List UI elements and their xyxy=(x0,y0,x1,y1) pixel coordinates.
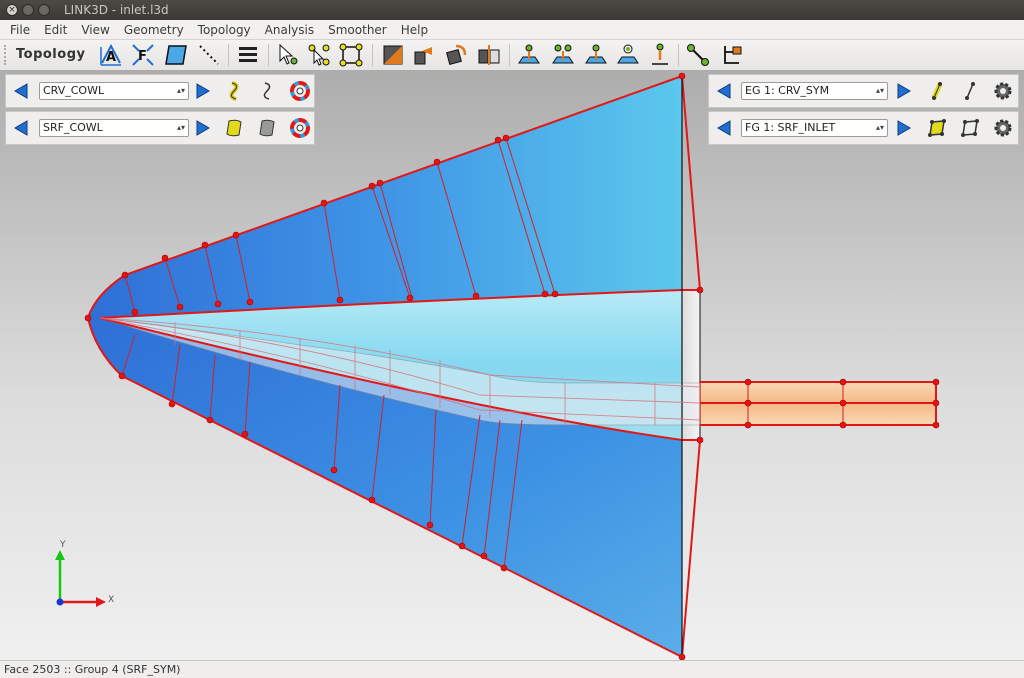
menu-help[interactable]: Help xyxy=(401,23,428,37)
menu-file[interactable]: File xyxy=(10,23,30,37)
project-face-icon[interactable] xyxy=(584,43,608,67)
toolbar-separator xyxy=(372,44,373,66)
surface-prev-button[interactable] xyxy=(10,117,32,139)
edge-group-combo-value: EG 1: CRV_SYM xyxy=(745,84,830,97)
split-edge-icon[interactable] xyxy=(381,43,405,67)
menu-view[interactable]: View xyxy=(81,23,109,37)
axis-x-label: X xyxy=(108,595,115,605)
face-group-combo-value: FG 1: SRF_INLET xyxy=(745,121,836,134)
mirror-block-icon[interactable] xyxy=(477,43,501,67)
face-group-panel: FG 1: SRF_INLET ▴▾ xyxy=(708,111,1019,145)
connect-nodes-icon[interactable] xyxy=(686,43,710,67)
minimize-window-button[interactable] xyxy=(22,4,34,16)
assign-f-icon[interactable]: F xyxy=(131,43,155,67)
window-title: LINK3D - inlet.l3d xyxy=(64,3,169,17)
curve-combo[interactable]: CRV_COWL ▴▾ xyxy=(39,82,189,100)
list-icon[interactable] xyxy=(236,43,260,67)
face-group-prev-button[interactable] xyxy=(713,117,735,139)
curve-combo-value: CRV_COWL xyxy=(43,84,105,97)
select-group-icon[interactable] xyxy=(339,43,363,67)
face-group-combo[interactable]: FG 1: SRF_INLET ▴▾ xyxy=(741,119,888,137)
assign-a-icon[interactable]: A xyxy=(99,43,123,67)
project-node-icon[interactable] xyxy=(551,43,575,67)
select-pointer-icon[interactable] xyxy=(276,43,300,67)
surface-icon[interactable] xyxy=(256,117,278,139)
toolbar-separator xyxy=(678,44,679,66)
face-highlight-icon[interactable] xyxy=(926,117,948,139)
surface-combo-value: SRF_COWL xyxy=(43,121,103,134)
combo-arrow-icon: ▴▾ xyxy=(176,86,185,95)
menu-analysis[interactable]: Analysis xyxy=(265,23,314,37)
toolbar-separator xyxy=(228,44,229,66)
edge-group-prev-button[interactable] xyxy=(713,80,735,102)
close-window-button[interactable]: × xyxy=(6,4,18,16)
dashed-line-icon[interactable] xyxy=(197,43,221,67)
edge-group-next-button[interactable] xyxy=(893,80,915,102)
title-bar: × LINK3D - inlet.l3d xyxy=(0,0,1024,20)
combo-arrow-icon: ▴▾ xyxy=(875,86,884,95)
surface-panel: SRF_COWL ▴▾ xyxy=(5,111,315,145)
edge-move-icon[interactable] xyxy=(412,43,436,67)
face-group-next-button[interactable] xyxy=(893,117,915,139)
svg-text:A: A xyxy=(106,50,116,65)
surface-next-button[interactable] xyxy=(192,117,214,139)
maximize-window-button[interactable] xyxy=(38,4,50,16)
surface-combo[interactable]: SRF_COWL ▴▾ xyxy=(39,119,189,137)
curve-panel: CRV_COWL ▴▾ xyxy=(5,74,315,108)
edge-highlight-icon[interactable] xyxy=(926,80,948,102)
color-wheel-icon[interactable] xyxy=(289,80,311,102)
menu-bar: File Edit View Geometry Topology Analysi… xyxy=(0,20,1024,40)
axis-triad xyxy=(55,550,106,607)
drop-node-icon[interactable] xyxy=(648,43,672,67)
menu-edit[interactable]: Edit xyxy=(44,23,67,37)
status-bar: Face 2503 :: Group 4 (SRF_SYM) xyxy=(0,660,1024,678)
color-wheel-icon[interactable] xyxy=(289,117,311,139)
3d-viewport[interactable]: Y X xyxy=(0,70,1024,660)
select-nodes-icon[interactable] xyxy=(307,43,331,67)
combo-arrow-icon: ▴▾ xyxy=(875,123,884,132)
edge-group-combo[interactable]: EG 1: CRV_SYM ▴▾ xyxy=(741,82,888,100)
toolbar-label: Topology xyxy=(16,47,86,62)
tree-icon[interactable] xyxy=(720,43,744,67)
face-icon[interactable] xyxy=(164,43,188,67)
toolbar-grip[interactable] xyxy=(4,45,9,65)
menu-topology[interactable]: Topology xyxy=(198,23,251,37)
svg-text:F: F xyxy=(138,49,147,64)
surface-highlight-icon[interactable] xyxy=(223,117,245,139)
toolbar-separator xyxy=(268,44,269,66)
axis-y-label: Y xyxy=(60,540,66,550)
curve-icon[interactable] xyxy=(256,80,278,102)
menu-smoother[interactable]: Smoother xyxy=(328,23,387,37)
toolbar-separator xyxy=(509,44,510,66)
curve-next-button[interactable] xyxy=(192,80,214,102)
edge-icon[interactable] xyxy=(959,80,981,102)
rotate-block-icon[interactable] xyxy=(444,43,468,67)
face-outline-icon[interactable] xyxy=(959,117,981,139)
curve-prev-button[interactable] xyxy=(10,80,32,102)
gear-icon[interactable] xyxy=(992,80,1014,102)
curve-highlight-icon[interactable] xyxy=(223,80,245,102)
edge-group-panel: EG 1: CRV_SYM ▴▾ xyxy=(708,74,1019,108)
project-point-icon[interactable] xyxy=(517,43,541,67)
menu-geometry[interactable]: Geometry xyxy=(124,23,184,37)
snap-node-icon[interactable] xyxy=(616,43,640,67)
inlet-geometry-view[interactable] xyxy=(0,70,1024,660)
gear-icon[interactable] xyxy=(992,117,1014,139)
combo-arrow-icon: ▴▾ xyxy=(176,123,185,132)
status-text: Face 2503 :: Group 4 (SRF_SYM) xyxy=(4,663,181,676)
